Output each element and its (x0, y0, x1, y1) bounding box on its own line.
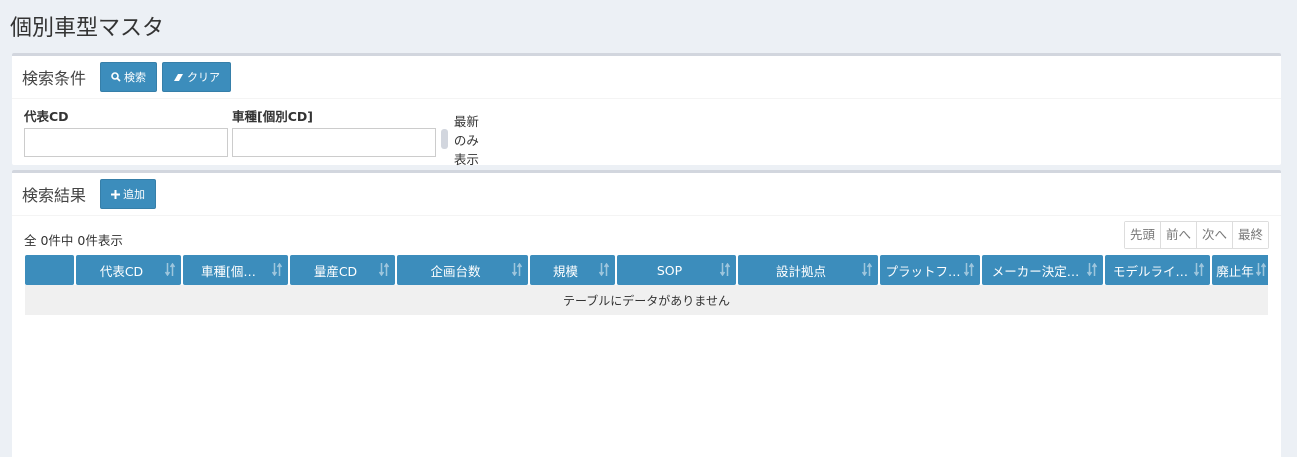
column-header[interactable]: 廃止年 (1212, 255, 1268, 285)
sort-icon[interactable] (1256, 263, 1266, 276)
column-header-label: 企画台数 (430, 263, 481, 279)
column-header[interactable]: 設計拠点 (738, 255, 878, 285)
sort-icon[interactable] (599, 263, 609, 276)
search-button-label: 検索 (124, 71, 147, 84)
column-header[interactable] (25, 255, 74, 285)
sort-icon[interactable] (1087, 263, 1097, 276)
column-header[interactable]: メーカー決定… (982, 255, 1103, 285)
pager-first[interactable]: 先頭 (1124, 222, 1161, 248)
sort-icon[interactable] (165, 263, 175, 276)
add-button-label: 追加 (123, 188, 146, 201)
sort-icon[interactable] (720, 263, 730, 276)
shashu-field: 車種[個別CD] (232, 108, 436, 157)
pager-prev[interactable]: 前へ (1160, 222, 1197, 248)
sort-icon[interactable] (862, 263, 872, 276)
result-panel-title: 検索結果 (22, 186, 87, 205)
empty-message: テーブルにデータがありません (25, 285, 1268, 315)
result-panel-header: 検索結果 追加 (12, 173, 1281, 216)
sort-icon[interactable] (1194, 263, 1204, 276)
column-header-label: モデルライ… (1112, 263, 1188, 279)
column-header-label: 代表CD (99, 263, 144, 279)
daihyo-cd-label: 代表CD (24, 109, 69, 124)
search-button[interactable]: 検索 (100, 62, 158, 92)
plus-icon (111, 189, 121, 199)
eraser-icon (174, 73, 184, 81)
results-table: 代表CD 車種[個… 量産CD 企画台数 規模 SOP 設計拠点 プラットフ… メーカー決定… モ… (25, 255, 1268, 317)
column-header-label: 廃止年 (1216, 263, 1254, 279)
column-header[interactable]: モデルライ… (1105, 255, 1210, 285)
latest-only-checkbox[interactable] (441, 129, 448, 149)
pagination: 先頭 前へ 次へ 最終 (1123, 221, 1269, 249)
pager-last[interactable]: 最終 (1232, 222, 1268, 248)
column-header-label: プラットフ… (885, 263, 961, 279)
column-header-label: 設計拠点 (775, 263, 826, 279)
latest-only-label: 最新のみ表示 (453, 113, 479, 167)
sort-icon[interactable] (512, 263, 522, 276)
column-header[interactable]: 車種[個… (183, 255, 288, 285)
page-title: 個別車型マスタ (10, 16, 165, 41)
search-panel-title: 検索条件 (22, 69, 87, 88)
sort-icon[interactable] (964, 263, 974, 276)
column-header-label: 規模 (552, 263, 578, 279)
table-header: 代表CD 車種[個… 量産CD 企画台数 規模 SOP 設計拠点 プラットフ… メーカー決定… モ… (25, 255, 1268, 285)
sort-icon[interactable] (272, 263, 282, 276)
search-panel-header: 検索条件 検索 クリア (12, 56, 1281, 99)
column-header[interactable]: SOP (617, 255, 736, 285)
result-summary: 全 0件中 0件表示 (24, 233, 123, 248)
shashu-label: 車種[個別CD] (232, 109, 313, 124)
column-header[interactable]: 量産CD (290, 255, 395, 285)
clear-button[interactable]: クリア (162, 62, 232, 92)
clear-button-label: クリア (187, 71, 221, 84)
column-header[interactable]: 代表CD (76, 255, 181, 285)
column-header-label: 車種[個… (201, 263, 256, 279)
column-header-label: SOP (656, 262, 683, 278)
daihyo-cd-field: 代表CD (24, 108, 228, 157)
column-header[interactable]: 企画台数 (397, 255, 528, 285)
add-button[interactable]: 追加 (100, 179, 157, 209)
column-header-label: メーカー決定… (991, 263, 1080, 279)
pager-next[interactable]: 次へ (1196, 222, 1233, 248)
sort-icon[interactable] (379, 263, 389, 276)
result-panel: 検索結果 追加 全 0件中 0件表示 先頭 前へ 次へ 最終 代表CD 車種[個…… (12, 170, 1281, 457)
column-header-label: 量産CD (313, 263, 358, 279)
search-icon (111, 72, 121, 82)
column-header[interactable]: 規模 (530, 255, 615, 285)
latest-only-toggle[interactable]: 最新のみ表示 (441, 114, 480, 167)
column-header[interactable]: プラットフ… (880, 255, 980, 285)
daihyo-cd-input[interactable] (24, 128, 228, 157)
search-panel: 検索条件 検索 クリア 代表CD 車種[個別CD] 最新のみ表示 (12, 53, 1281, 167)
shashu-input[interactable] (232, 128, 436, 157)
